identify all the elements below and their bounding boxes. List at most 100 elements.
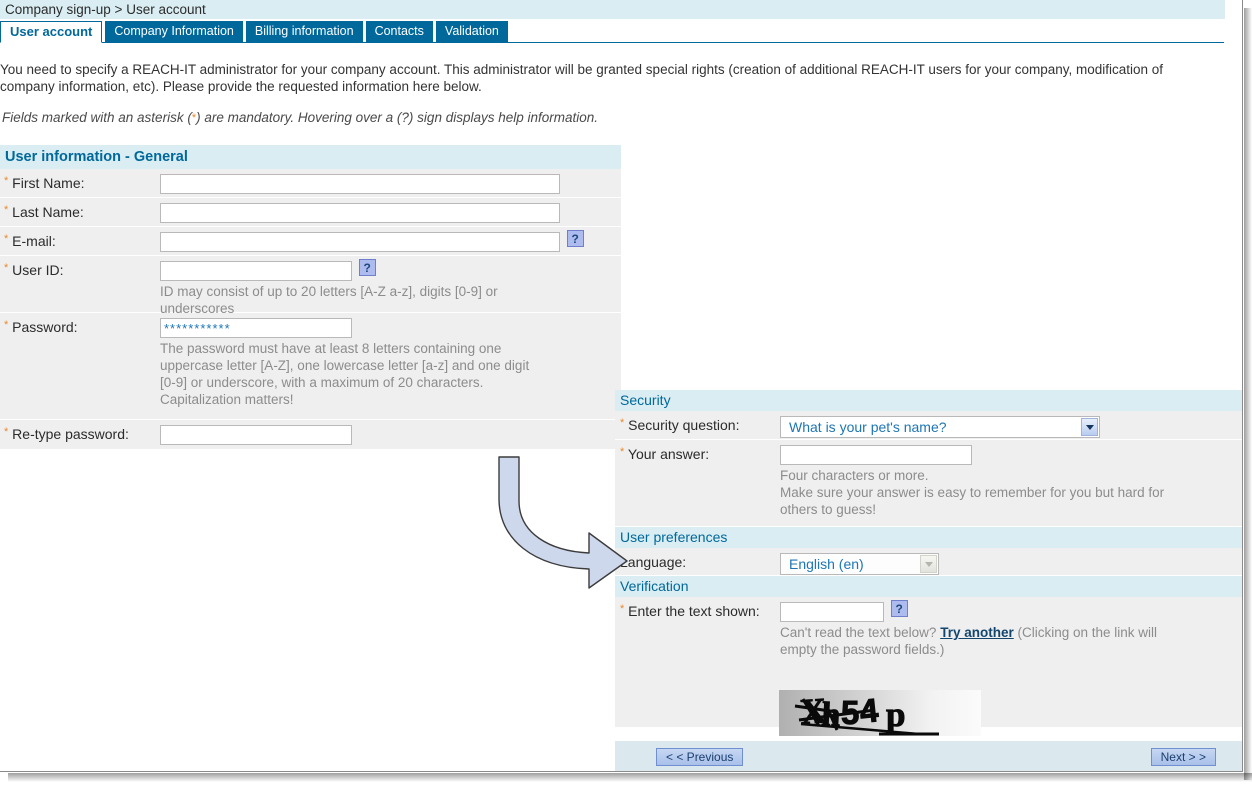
- tab-validation[interactable]: Validation: [435, 21, 508, 43]
- field-your-answer: [780, 445, 972, 465]
- security-question-select[interactable]: What is your pet's name?: [780, 416, 1100, 438]
- label-email-text: E-mail:: [12, 233, 56, 249]
- row-email: * E-mail: ?: [0, 227, 621, 256]
- note-your-answer-line-2: Make sure your answer is easy to remembe…: [780, 485, 1165, 500]
- required-asterisk-icon: *: [4, 262, 9, 274]
- mandatory-hint: Fields marked with an asterisk (*) are m…: [2, 110, 598, 126]
- tab-contacts[interactable]: Contacts: [365, 21, 433, 43]
- required-asterisk-icon: *: [4, 204, 9, 216]
- row-password: * Password: The password must have at le…: [0, 313, 621, 420]
- note-captcha-prefix: Can't read the text below?: [780, 625, 941, 640]
- field-user-id: ?: [160, 258, 376, 281]
- intro-text: You need to specify a REACH-IT administr…: [0, 62, 1228, 95]
- field-last-name: [160, 203, 560, 223]
- tab-underline: [0, 42, 1224, 43]
- user-id-input[interactable]: [160, 261, 352, 281]
- row-your-answer: * Your answer: Four characters or more. …: [615, 440, 1242, 527]
- label-enter-text-shown-text: Enter the text shown:: [628, 603, 760, 619]
- language-select[interactable]: English (en): [780, 553, 939, 575]
- previous-button[interactable]: < < Previous: [656, 748, 744, 766]
- note-captcha: Can't read the text below? Try another (…: [780, 624, 1230, 658]
- required-asterisk-icon: *: [620, 603, 625, 615]
- email-input[interactable]: [160, 232, 560, 252]
- note-user-id-line-1: ID may consist of up to 20 letters [A-Z …: [160, 284, 498, 299]
- label-first-name-text: First Name:: [12, 175, 85, 191]
- note-captcha-line-1: Can't read the text below? Try another (…: [780, 624, 1230, 641]
- field-first-name: [160, 174, 560, 194]
- field-email: ?: [160, 229, 584, 252]
- svg-text:p: p: [886, 695, 905, 734]
- label-user-id-text: User ID:: [12, 262, 64, 278]
- captcha-glyphs: X h 5 4 p: [794, 690, 939, 736]
- label-last-name: * Last Name:: [4, 204, 84, 220]
- row-first-name: * First Name:: [0, 169, 621, 198]
- intro-line-2: company information, etc). Please provid…: [0, 78, 482, 94]
- label-language-text: Language:: [620, 554, 687, 570]
- label-password-text: Password:: [12, 319, 78, 335]
- label-last-name-text: Last Name:: [12, 204, 84, 220]
- label-enter-text-shown: * Enter the text shown:: [620, 603, 760, 619]
- next-button[interactable]: Next > >: [1150, 748, 1216, 766]
- help-icon-email[interactable]: ?: [566, 229, 584, 247]
- row-user-id: * User ID: ? ID may consist of up to 20 …: [0, 256, 621, 316]
- label-language: Language:: [620, 554, 686, 570]
- tab-user-account[interactable]: User account: [0, 21, 103, 43]
- help-icon-captcha[interactable]: ?: [890, 599, 908, 617]
- required-asterisk-icon: *: [4, 426, 9, 438]
- label-your-answer-text: Your answer:: [627, 446, 710, 462]
- row-last-name: * Last Name:: [0, 198, 621, 227]
- chevron-down-icon[interactable]: [920, 555, 937, 573]
- captcha-image: X h 5 4 p: [779, 690, 981, 736]
- field-captcha: ?: [780, 599, 908, 622]
- retype-password-input[interactable]: [160, 425, 352, 445]
- note-password-line-2: uppercase letter [A-Z], one lowercase le…: [160, 358, 530, 373]
- note-your-answer-line-1: Four characters or more.: [780, 468, 929, 483]
- field-retype-password: [160, 425, 352, 445]
- tab-billing-information[interactable]: Billing information: [245, 21, 363, 43]
- label-security-question: * Security question:: [620, 417, 739, 433]
- label-your-answer: * Your answer:: [620, 446, 709, 462]
- required-asterisk-icon: *: [620, 417, 625, 429]
- label-user-id: * User ID:: [4, 262, 64, 278]
- label-password: * Password:: [4, 319, 78, 335]
- label-retype-password-text: Re-type password:: [12, 426, 129, 442]
- row-language: Language: English (en): [615, 548, 1242, 576]
- label-retype-password: * Re-type password:: [4, 426, 129, 442]
- label-security-question-text: Security question:: [628, 417, 740, 433]
- try-another-link[interactable]: Try another: [940, 625, 1014, 640]
- first-name-input[interactable]: [160, 174, 560, 194]
- user-information-panel: User information - General * First Name:…: [0, 145, 621, 449]
- page-container: Company sign-up > User account User acco…: [0, 0, 1243, 772]
- note-your-answer-line-3: others to guess!: [780, 502, 877, 517]
- captcha-input[interactable]: [780, 602, 884, 622]
- hint-part-2: ) are mandatory. Hovering over a (?) sig…: [196, 110, 599, 125]
- row-retype-password: * Re-type password:: [0, 420, 621, 449]
- field-security-question: What is your pet's name?: [780, 416, 1100, 438]
- note-password-line-1: The password must have at least 8 letter…: [160, 341, 502, 356]
- your-answer-input[interactable]: [780, 445, 972, 465]
- note-user-id: ID may consist of up to 20 letters [A-Z …: [160, 283, 498, 317]
- curved-arrow-annotation: [498, 456, 628, 589]
- note-captcha-suffix: (Clicking on the link will: [1013, 625, 1158, 640]
- hint-part-1: Fields marked with an asterisk (: [2, 110, 192, 125]
- security-question-selected-value: What is your pet's name?: [789, 419, 947, 435]
- required-asterisk-icon: *: [4, 233, 9, 245]
- section-header-security: Security: [615, 390, 1242, 411]
- tab-company-information[interactable]: Company Information: [105, 21, 243, 43]
- row-security-question: * Security question: What is your pet's …: [615, 411, 1242, 440]
- chevron-down-icon[interactable]: [1081, 418, 1098, 436]
- security-preferences-panel: Security * Security question: What is yo…: [615, 390, 1242, 727]
- field-language: English (en): [780, 553, 939, 575]
- note-password-line-4: Capitalization matters!: [160, 392, 294, 407]
- required-asterisk-icon: *: [4, 319, 9, 331]
- label-email: * E-mail:: [4, 233, 56, 249]
- note-your-answer: Four characters or more. Make sure your …: [780, 467, 1164, 518]
- password-input[interactable]: [160, 318, 352, 338]
- field-password: [160, 318, 352, 338]
- language-selected-value: English (en): [789, 556, 864, 572]
- intro-line-1: You need to specify a REACH-IT administr…: [0, 62, 1164, 77]
- last-name-input[interactable]: [160, 203, 560, 223]
- help-icon-user-id[interactable]: ?: [358, 258, 376, 276]
- tab-bar: User account Company Information Billing i…: [0, 21, 1242, 43]
- required-asterisk-icon: *: [4, 175, 9, 187]
